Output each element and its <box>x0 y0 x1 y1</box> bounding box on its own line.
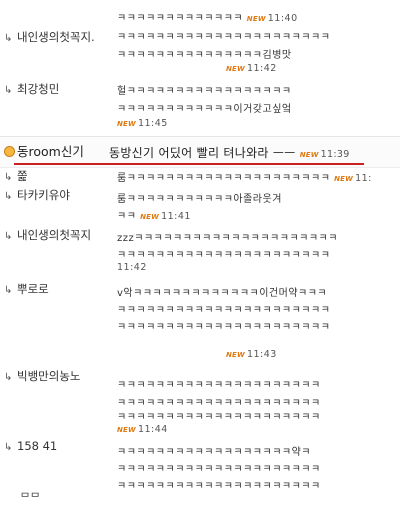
reply-arrow-icon: ↳ <box>4 442 13 453</box>
comment-meta: NEW 11:43 <box>226 349 277 360</box>
comment-meta: NEW 11:45 <box>117 118 168 129</box>
comment-line: ㅋㅋㅋㅋㅋㅋㅋㅋㅋㅋㅋㅋㅋㅋㅋㅋㅋㅋㅋㅋㅋ <box>117 464 321 475</box>
comment-line: ㅋㅋㅋㅋㅋㅋㅋㅋㅋㅋㅋㅋㅋㅋㅋㅋㅋㅋㅋㅋㅋㅋ <box>117 250 331 261</box>
reply-arrow-icon: ↳ <box>4 285 13 296</box>
reply-nick[interactable]: ↳ 뿌로로 <box>4 281 49 297</box>
reply-arrow-icon: ↳ <box>4 33 13 44</box>
comment-meta: NEW 11:44 <box>117 424 168 435</box>
reply-nick[interactable]: ↳ 내인생의첫꼭지 <box>4 227 91 243</box>
comment-line: 룸ㅋㅋㅋㅋㅋㅋㅋㅋㅋㅋㅋ아졸라웃겨 <box>117 194 282 205</box>
comment-line: ㅋㅋㅋㅋㅋㅋㅋㅋㅋㅋㅋㅋㅋㅋㅋㅋㅋㅋㅋㅋㅋ <box>117 481 321 492</box>
red-underline-annotation <box>14 163 364 165</box>
comment-line: ㅋㅋㅋㅋㅋㅋㅋㅋㅋㅋㅋㅋㅋㅋㅋㅋㅋㅋ약ㅋ <box>117 447 311 458</box>
comment-time: 11:39 <box>320 149 350 160</box>
comment-time: 11:43 <box>246 349 277 360</box>
comment-meta: 11:42 <box>117 262 147 273</box>
comment-time: 11:42 <box>117 262 147 273</box>
comment-time: 11:45 <box>137 118 168 129</box>
reply-nick[interactable]: ↳ 빅뱅만의농노 <box>4 368 80 384</box>
comment-time: 11:40 <box>267 13 298 24</box>
main-comment-text: 동방신기 어딨어 빨리 텨나와라 ㅡㅡ NEW 11:39 <box>109 146 350 160</box>
reply-nick[interactable]: ↳ 내인생의첫꼭지. <box>4 29 95 45</box>
reply-nick[interactable]: ↳ 타카키유야 <box>4 187 70 203</box>
comment-line: v악ㅋㅋㅋㅋㅋㅋㅋㅋㅋㅋㅋㅋㅋ이건머약ㅋㅋㅋ <box>117 288 328 299</box>
comment-time: 11:41 <box>161 211 191 222</box>
reply-arrow-icon: ↳ <box>4 191 13 202</box>
reply-arrow-icon: ↳ <box>4 172 13 183</box>
comment-line: ㅋㅋㅋㅋㅋㅋㅋㅋㅋㅋㅋㅋㅋㅋㅋㅋㅋㅋㅋㅋㅋ <box>117 398 321 409</box>
comment-time: 11:44 <box>137 424 168 435</box>
comment-line: zzzㅋㅋㅋㅋㅋㅋㅋㅋㅋㅋㅋㅋㅋㅋㅋㅋㅋㅋㅋㅋㅋ <box>117 233 338 244</box>
new-badge: NEW <box>117 120 136 128</box>
comment-time: 11:42 <box>246 63 277 74</box>
reply-nick[interactable]: ↳ 쫉 <box>4 168 28 184</box>
reply-arrow-icon: ↳ <box>4 372 13 383</box>
comment-line: ㅋㅋㅋㅋㅋㅋㅋㅋㅋㅋㅋㅋㅋㅋㅋㅋㅋㅋㅋㅋㅋㅋ <box>117 32 331 43</box>
comment-line: ㅋㅋㅋㅋㅋㅋㅋㅋㅋㅋㅋㅋ이거갖고싶엌 <box>117 104 292 115</box>
comment-line: ㅋㅋㅋㅋㅋㅋㅋㅋㅋㅋㅋㅋㅋ NEW 11:40 <box>117 13 298 24</box>
comment-line: ㅋㅋㅋㅋㅋㅋㅋㅋㅋㅋㅋㅋㅋㅋㅋㅋㅋㅋㅋㅋㅋㅋ <box>117 305 331 316</box>
comment-meta: NEW 11:42 <box>226 63 277 74</box>
main-comment-nick[interactable]: 동room신기 <box>4 141 84 160</box>
new-badge: NEW <box>226 351 245 359</box>
new-badge: NEW <box>226 65 245 73</box>
new-badge: NEW <box>246 15 266 23</box>
comment-line: ㅋㅋㅋㅋㅋㅋㅋㅋㅋㅋㅋㅋㅋㅋㅋㅋㅋㅋㅋㅋㅋ <box>117 412 321 423</box>
comment-line: 헐ㅋㅋㅋㅋㅋㅋㅋㅋㅋㅋㅋㅋㅋㅋㅋㅋㅋ <box>117 86 292 97</box>
new-badge: NEW <box>334 175 354 183</box>
comment-line: 룸ㅋㅋㅋㅋㅋㅋㅋㅋㅋㅋㅋㅋㅋㅋㅋㅋㅋㅋㅋㅋㅋ NEW 11: <box>117 173 372 184</box>
comment-line: ㅋㅋㅋㅋㅋㅋㅋㅋㅋㅋㅋㅋㅋㅋㅋㅋㅋㅋㅋㅋㅋ <box>117 380 321 391</box>
comment-time: 11: <box>355 173 372 184</box>
reply-nick[interactable]: ↳ 최강청민 <box>4 81 59 97</box>
next-nick-partial[interactable]: ᄆᄆ <box>20 489 40 505</box>
comment-line: ㅋㅋ NEW 11:41 <box>117 211 191 222</box>
reply-nick[interactable]: ↳ 158 41 <box>4 439 57 453</box>
comment-line: ㅋㅋㅋㅋㅋㅋㅋㅋㅋㅋㅋㅋㅋㅋㅋ김병맛 <box>117 50 292 61</box>
reply-arrow-icon: ↳ <box>4 231 13 242</box>
new-badge: NEW <box>140 213 160 221</box>
new-badge: NEW <box>117 426 136 434</box>
comment-line: ㅋㅋㅋㅋㅋㅋㅋㅋㅋㅋㅋㅋㅋㅋㅋㅋㅋㅋㅋㅋㅋㅋ <box>117 322 331 333</box>
new-badge: NEW <box>299 151 319 159</box>
smile-face-icon <box>4 146 15 157</box>
reply-arrow-icon: ↳ <box>4 85 13 96</box>
